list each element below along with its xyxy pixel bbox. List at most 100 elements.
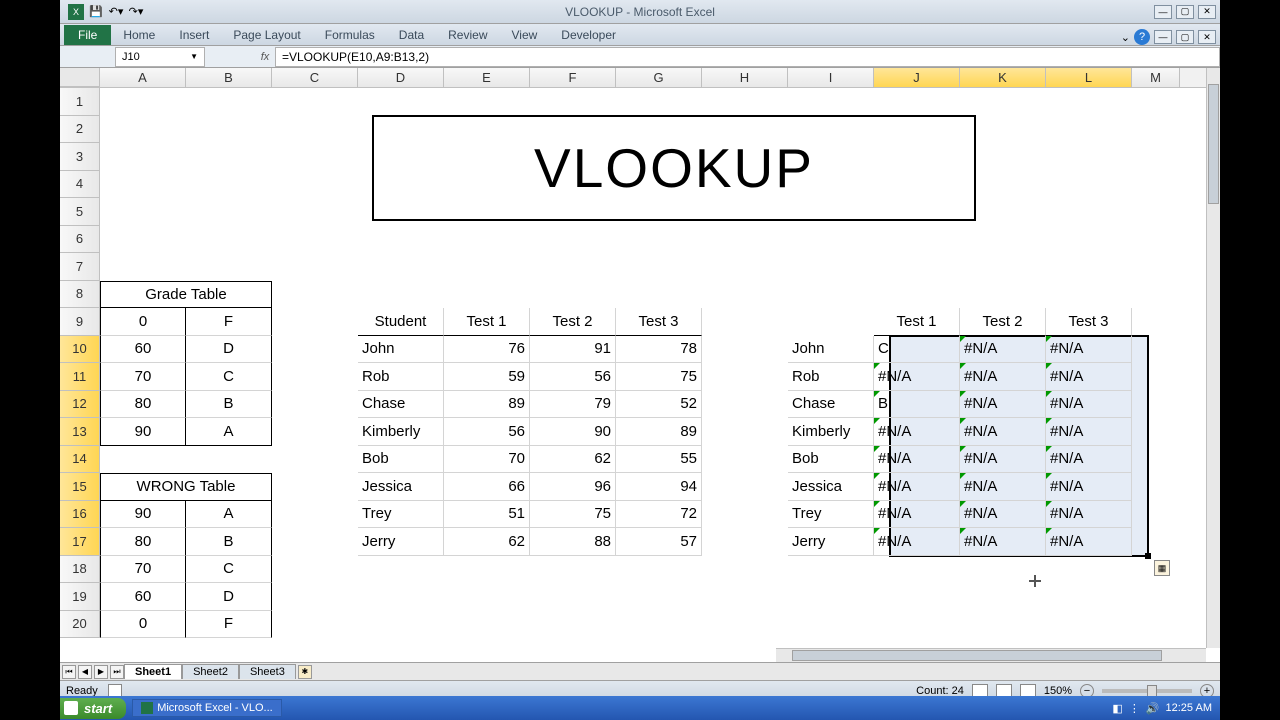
cell[interactable]: Jerry — [788, 528, 874, 556]
row-header-7[interactable]: 7 — [60, 253, 100, 281]
minimize-ribbon-icon[interactable]: ⌄ — [1121, 31, 1130, 44]
row-header-18[interactable]: 18 — [60, 556, 100, 584]
cell[interactable]: Test 3 — [616, 308, 702, 336]
cell[interactable]: D — [186, 336, 272, 364]
cell[interactable]: B — [874, 391, 960, 419]
cell[interactable]: #N/A — [874, 363, 960, 391]
save-icon[interactable]: 💾 — [88, 4, 104, 20]
tray-icon-3[interactable]: 🔊 — [1146, 702, 1160, 715]
wrong-table-title[interactable]: WRONG Table — [100, 473, 272, 501]
cell[interactable]: C — [874, 336, 960, 364]
tab-view[interactable]: View — [500, 25, 550, 45]
start-button[interactable]: start — [60, 698, 126, 719]
cell[interactable]: Jerry — [358, 528, 444, 556]
sheet-tab-1[interactable]: Sheet1 — [124, 664, 182, 679]
zoom-slider[interactable] — [1102, 689, 1192, 693]
row-header-4[interactable]: 4 — [60, 171, 100, 199]
cell[interactable]: Test 1 — [874, 308, 960, 336]
cell[interactable]: F — [186, 308, 272, 336]
cell[interactable]: #N/A — [1046, 501, 1132, 529]
cell[interactable]: #N/A — [960, 528, 1046, 556]
sheet-nav-first[interactable]: ⏮ — [62, 665, 76, 679]
cell[interactable]: #N/A — [960, 501, 1046, 529]
cell[interactable]: 62 — [530, 446, 616, 474]
row-header-9[interactable]: 9 — [60, 308, 100, 336]
zoom-level[interactable]: 150% — [1044, 685, 1072, 697]
cell[interactable]: Test 2 — [960, 308, 1046, 336]
cell[interactable]: B — [186, 528, 272, 556]
cell[interactable]: #N/A — [1046, 446, 1132, 474]
row-header-13[interactable]: 13 — [60, 418, 100, 446]
cell[interactable]: Rob — [358, 363, 444, 391]
select-all-corner[interactable] — [60, 68, 100, 87]
tray-clock[interactable]: 12:25 AM — [1166, 702, 1212, 714]
cell[interactable]: 70 — [444, 446, 530, 474]
cell[interactable]: 55 — [616, 446, 702, 474]
tray-icon-2[interactable]: ⋮ — [1129, 702, 1140, 715]
cell[interactable]: 96 — [530, 473, 616, 501]
cell[interactable]: 91 — [530, 336, 616, 364]
cell[interactable]: #N/A — [960, 418, 1046, 446]
cell[interactable]: 56 — [444, 418, 530, 446]
cell[interactable]: 78 — [616, 336, 702, 364]
cell[interactable]: #N/A — [1046, 528, 1132, 556]
cell[interactable]: 90 — [530, 418, 616, 446]
col-header-B[interactable]: B — [186, 68, 272, 87]
minimize-button[interactable]: — — [1154, 5, 1172, 19]
row-header-5[interactable]: 5 — [60, 198, 100, 226]
col-header-L[interactable]: L — [1046, 68, 1132, 87]
col-header-M[interactable]: M — [1132, 68, 1180, 87]
new-sheet-button[interactable]: ✱ — [298, 665, 312, 679]
cell[interactable]: #N/A — [1046, 391, 1132, 419]
cell[interactable]: 57 — [616, 528, 702, 556]
col-header-I[interactable]: I — [788, 68, 874, 87]
cell[interactable]: #N/A — [960, 446, 1046, 474]
cell[interactable]: 56 — [530, 363, 616, 391]
cell[interactable]: C — [186, 556, 272, 584]
cell[interactable]: 70 — [100, 556, 186, 584]
autofill-options-button[interactable]: ▦ — [1154, 560, 1170, 576]
cell[interactable]: 76 — [444, 336, 530, 364]
cell[interactable]: A — [186, 501, 272, 529]
cell[interactable]: #N/A — [960, 336, 1046, 364]
cell[interactable]: 79 — [530, 391, 616, 419]
row-header-2[interactable]: 2 — [60, 116, 100, 144]
cell[interactable]: Jessica — [358, 473, 444, 501]
cell[interactable]: #N/A — [874, 446, 960, 474]
col-header-C[interactable]: C — [272, 68, 358, 87]
cell[interactable]: 0 — [100, 611, 186, 639]
cell[interactable]: Test 1 — [444, 308, 530, 336]
fx-icon[interactable]: fx — [255, 51, 275, 63]
col-header-E[interactable]: E — [444, 68, 530, 87]
cell[interactable]: 80 — [100, 528, 186, 556]
row-header-19[interactable]: 19 — [60, 583, 100, 611]
row-header-6[interactable]: 6 — [60, 226, 100, 254]
cell[interactable]: Chase — [788, 391, 874, 419]
row-header-16[interactable]: 16 — [60, 501, 100, 529]
cell[interactable]: #N/A — [874, 528, 960, 556]
cell[interactable]: #N/A — [874, 418, 960, 446]
help-icon[interactable]: ? — [1134, 29, 1150, 45]
formula-input[interactable]: =VLOOKUP(E10,A9:B13,2) — [275, 47, 1220, 67]
cell[interactable]: Test 2 — [530, 308, 616, 336]
grade-table-title[interactable]: Grade Table — [100, 281, 272, 309]
cell[interactable]: Chase — [358, 391, 444, 419]
cell[interactable]: 90 — [100, 501, 186, 529]
file-tab[interactable]: File — [64, 25, 111, 45]
cell[interactable]: F — [186, 611, 272, 639]
cell[interactable]: 88 — [530, 528, 616, 556]
cell[interactable]: A — [186, 418, 272, 446]
cell[interactable]: 89 — [616, 418, 702, 446]
cell[interactable]: Bob — [788, 446, 874, 474]
tab-data[interactable]: Data — [387, 25, 436, 45]
taskbar-item-excel[interactable]: Microsoft Excel - VLO... — [132, 699, 282, 717]
col-header-A[interactable]: A — [100, 68, 186, 87]
doc-minimize-button[interactable]: — — [1154, 30, 1172, 44]
col-header-F[interactable]: F — [530, 68, 616, 87]
col-header-H[interactable]: H — [702, 68, 788, 87]
row-header-10[interactable]: 10 — [60, 336, 100, 364]
cell[interactable]: #N/A — [1046, 363, 1132, 391]
row-header-17[interactable]: 17 — [60, 528, 100, 556]
row-header-15[interactable]: 15 — [60, 473, 100, 501]
cell[interactable]: Trey — [788, 501, 874, 529]
